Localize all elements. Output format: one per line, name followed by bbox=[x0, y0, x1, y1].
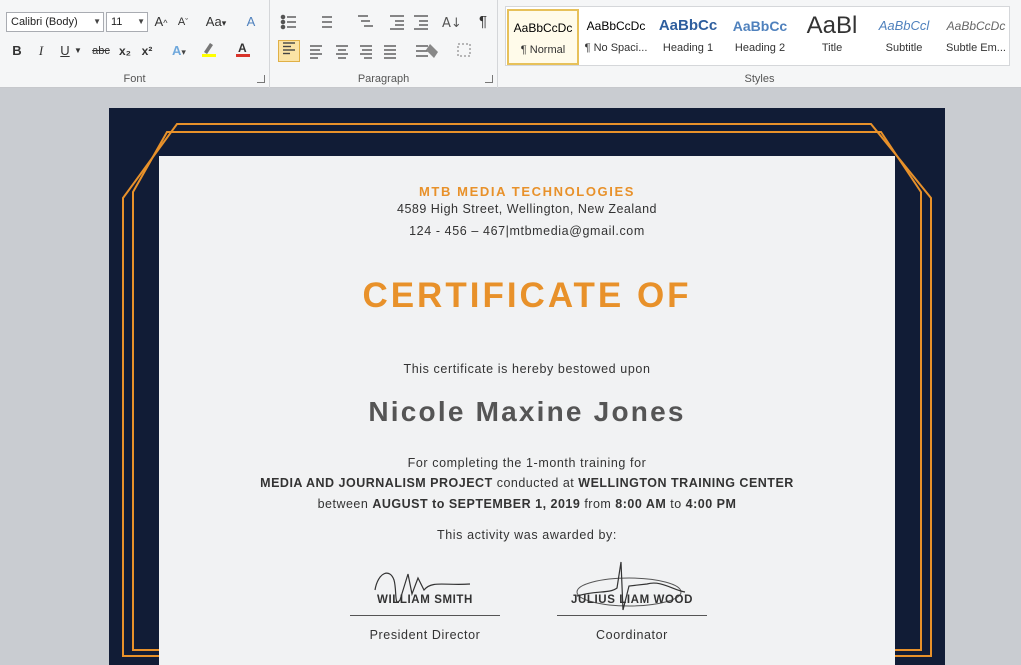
font-color-button[interactable]: A bbox=[232, 40, 254, 62]
svg-text:A↓: A↓ bbox=[442, 16, 462, 31]
style-sample: AaBbCcl bbox=[878, 18, 930, 33]
style-name: Subtitle bbox=[885, 42, 923, 54]
font-group: Calibri (Body) ▼ 11 ▼ A^ Aˇ Aa▾ A B I U … bbox=[0, 0, 270, 88]
style-sample: AaBbCc bbox=[732, 18, 788, 34]
style-sample: AaBbCcDc bbox=[946, 19, 1006, 33]
subscript-button[interactable]: x₂ bbox=[114, 40, 136, 62]
style-sample: AaBl bbox=[806, 12, 858, 39]
signatory-name: JULIUS LIAM WOOD bbox=[570, 594, 694, 606]
signature-line bbox=[350, 615, 500, 616]
chevron-down-icon: ▼ bbox=[137, 17, 145, 26]
font-size-value: 11 bbox=[111, 16, 123, 28]
style-no-spacing[interactable]: AaBbCcDc ¶ No Spaci... bbox=[580, 9, 652, 65]
signatory-role: Coordinator bbox=[596, 628, 668, 642]
recipient-name: Nicole Maxine Jones bbox=[368, 396, 686, 427]
dialog-launcher-icon[interactable] bbox=[257, 75, 265, 83]
grow-font-button[interactable]: A^ bbox=[150, 11, 172, 33]
style-heading-2[interactable]: AaBbCc Heading 2 bbox=[724, 9, 796, 65]
paragraph-group-label: Paragraph bbox=[357, 73, 410, 85]
paragraph-tools-icons: A↓ bbox=[280, 14, 471, 59]
signature-scribble-icon bbox=[374, 572, 471, 603]
align-left-button[interactable] bbox=[278, 40, 300, 62]
align-left-icon bbox=[283, 42, 295, 55]
completion-text: For completing the 1-month training for bbox=[407, 456, 647, 470]
bold-button[interactable]: B bbox=[6, 40, 28, 62]
signature-scribble-icon bbox=[576, 561, 686, 611]
font-name-select[interactable]: Calibri (Body) ▼ bbox=[6, 12, 104, 32]
company-address: 4589 High Street, Wellington, New Zealan… bbox=[397, 202, 657, 216]
training-center: WELLINGTON TRAINING CENTER bbox=[578, 476, 794, 490]
font-group-label: Font bbox=[123, 73, 146, 85]
paragraph-group: A↓ ¶ Paragraph bbox=[270, 0, 498, 88]
schedule-line: between AUGUST to SEPTEMBER 1, 2019 from… bbox=[159, 497, 895, 511]
style-title[interactable]: AaBl Title bbox=[796, 9, 868, 65]
date-range: AUGUST to SEPTEMBER 1, 2019 bbox=[372, 497, 581, 511]
chevron-down-icon[interactable]: ▼ bbox=[72, 40, 84, 62]
awarded-text: This activity was awarded by: bbox=[437, 528, 617, 542]
signature-block-1: WILLIAM SMITH President Director bbox=[350, 550, 500, 650]
style-name: Title bbox=[821, 42, 843, 54]
superscript-button[interactable]: x² bbox=[136, 40, 158, 62]
change-case-button[interactable]: Aa▾ bbox=[202, 11, 230, 33]
chevron-down-icon: ▼ bbox=[93, 17, 101, 26]
styles-group-label: Styles bbox=[744, 73, 775, 85]
style-normal[interactable]: AaBbCcDc ¶ Normal bbox=[507, 9, 579, 65]
svg-text:A: A bbox=[238, 41, 247, 55]
from-text: from bbox=[584, 497, 612, 511]
style-name: ¶ No Spaci... bbox=[584, 42, 648, 54]
font-color-icon: A bbox=[236, 41, 250, 57]
certificate-paper: MTB MEDIA TECHNOLOGIES 4589 High Street,… bbox=[159, 156, 895, 665]
between-text: between bbox=[317, 497, 369, 511]
project-line: MEDIA AND JOURNALISM PROJECT conducted a… bbox=[159, 476, 895, 490]
project-name: MEDIA AND JOURNALISM PROJECT bbox=[260, 476, 493, 490]
highlighter-icon bbox=[202, 43, 216, 57]
styles-gallery: AaBbCcDc ¶ Normal AaBbCcDc ¶ No Spaci...… bbox=[505, 6, 1010, 66]
signatory-role: President Director bbox=[369, 628, 481, 642]
style-name: ¶ Normal bbox=[520, 44, 566, 56]
certificate-page: MTB MEDIA TECHNOLOGIES 4589 High Street,… bbox=[109, 108, 945, 665]
bestowed-text: This certificate is hereby bestowed upon bbox=[403, 362, 651, 376]
style-sample: AaBbCcDc bbox=[586, 19, 646, 33]
ribbon: Calibri (Body) ▼ 11 ▼ A^ Aˇ Aa▾ A B I U … bbox=[0, 0, 1021, 88]
strikethrough-button[interactable]: abc bbox=[88, 40, 114, 62]
shrink-font-button[interactable]: Aˇ bbox=[172, 11, 194, 33]
conducted-at-text: conducted at bbox=[496, 476, 575, 490]
style-name: Subtle Em... bbox=[946, 42, 1006, 54]
signatory-name: WILLIAM SMITH bbox=[377, 594, 473, 606]
font-name-value: Calibri (Body) bbox=[11, 16, 78, 28]
style-sample: AaBbCcDc bbox=[513, 21, 573, 35]
show-formatting-button[interactable]: ¶ bbox=[472, 11, 494, 33]
style-subtle-emphasis[interactable]: AaBbCcDc Subtle Em... bbox=[940, 9, 1012, 65]
highlight-button[interactable] bbox=[198, 40, 220, 62]
end-time: 4:00 PM bbox=[685, 497, 737, 511]
company-contact: 124 - 456 – 467|mtbmedia@gmail.com bbox=[409, 224, 645, 238]
style-name: Heading 1 bbox=[662, 42, 714, 54]
style-sample: AaBbCc bbox=[658, 17, 718, 34]
style-heading-1[interactable]: AaBbCc Heading 1 bbox=[652, 9, 724, 65]
company-name: MTB MEDIA TECHNOLOGIES bbox=[419, 184, 635, 199]
text-effects-button[interactable]: A▾ bbox=[168, 40, 190, 62]
to-text: to bbox=[670, 497, 682, 511]
style-name: Heading 2 bbox=[734, 42, 786, 54]
signature-block-2: JULIUS LIAM WOOD Coordinator bbox=[557, 550, 707, 650]
certificate-title: CERTIFICATE OF bbox=[362, 276, 692, 315]
clear-formatting-button[interactable]: A bbox=[240, 11, 262, 33]
font-size-select[interactable]: 11 ▼ bbox=[106, 12, 148, 32]
style-subtitle[interactable]: AaBbCcl Subtitle bbox=[868, 9, 940, 65]
dialog-launcher-icon[interactable] bbox=[485, 75, 493, 83]
italic-button[interactable]: I bbox=[30, 40, 52, 62]
document-canvas[interactable]: MTB MEDIA TECHNOLOGIES 4589 High Street,… bbox=[0, 89, 1021, 665]
signature-line bbox=[557, 615, 707, 616]
start-time: 8:00 AM bbox=[615, 497, 667, 511]
